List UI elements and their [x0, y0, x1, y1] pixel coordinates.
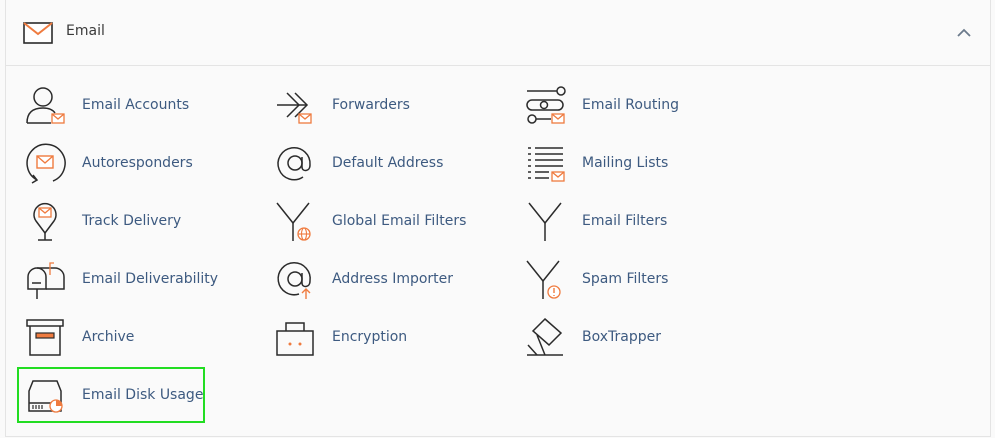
email-deliverability-icon	[23, 257, 67, 301]
encryption-icon	[273, 315, 317, 359]
archive-icon	[23, 315, 67, 359]
item-label: Email Deliverability	[82, 271, 219, 287]
mailing-lists-icon	[523, 141, 567, 185]
item-label: Archive	[82, 329, 135, 345]
item-label: Spam Filters	[582, 271, 669, 287]
address-importer-link[interactable]: Address Importer	[271, 253, 507, 305]
archive-link[interactable]: Archive	[21, 311, 257, 363]
email-accounts-icon	[23, 83, 67, 127]
track-delivery-icon	[23, 199, 67, 243]
email-section-header[interactable]: Email	[6, 0, 990, 66]
spam-filters-icon	[523, 257, 567, 301]
autoresponders-link[interactable]: Autoresponders	[21, 137, 257, 189]
item-label: Email Filters	[582, 213, 668, 229]
global-email-filters-icon	[273, 199, 317, 243]
autoresponders-icon	[23, 141, 67, 185]
item-label: BoxTrapper	[582, 329, 661, 345]
email-routing-icon	[523, 83, 567, 127]
encryption-link[interactable]: Encryption	[271, 311, 507, 363]
email-filters-icon	[523, 199, 567, 243]
item-label: Email Accounts	[82, 97, 190, 113]
spam-filters-link[interactable]: Spam Filters	[521, 253, 757, 305]
item-label: Track Delivery	[82, 213, 182, 229]
email-filters-link[interactable]: Email Filters	[521, 195, 757, 247]
item-label: Global Email Filters	[332, 213, 467, 229]
selection-highlight-box	[17, 367, 205, 423]
chevron-up-icon[interactable]	[956, 26, 972, 40]
global-email-filters-link[interactable]: Global Email Filters	[271, 195, 507, 247]
item-label: Mailing Lists	[582, 155, 669, 171]
email-routing-link[interactable]: Email Routing	[521, 79, 757, 131]
item-label: Forwarders	[332, 97, 410, 113]
forwarders-link[interactable]: Forwarders	[271, 79, 507, 131]
item-label: Encryption	[332, 329, 408, 345]
item-label: Autoresponders	[82, 155, 193, 171]
email-deliverability-link[interactable]: Email Deliverability	[21, 253, 257, 305]
email-section-panel: Email Email Accounts Forwarders Email Ro…	[5, 0, 991, 437]
default-address-icon	[273, 141, 317, 185]
item-label: Default Address	[332, 155, 444, 171]
default-address-link[interactable]: Default Address	[271, 137, 507, 189]
section-title: Email	[66, 23, 105, 39]
email-accounts-link[interactable]: Email Accounts	[21, 79, 257, 131]
boxtrapper-link[interactable]: BoxTrapper	[521, 311, 757, 363]
envelope-icon	[23, 22, 53, 44]
boxtrapper-icon	[523, 315, 567, 359]
address-importer-icon	[273, 257, 317, 301]
item-label: Email Routing	[582, 97, 679, 113]
track-delivery-link[interactable]: Track Delivery	[21, 195, 257, 247]
forwarders-icon	[273, 83, 317, 127]
mailing-lists-link[interactable]: Mailing Lists	[521, 137, 757, 189]
item-label: Address Importer	[332, 271, 454, 287]
